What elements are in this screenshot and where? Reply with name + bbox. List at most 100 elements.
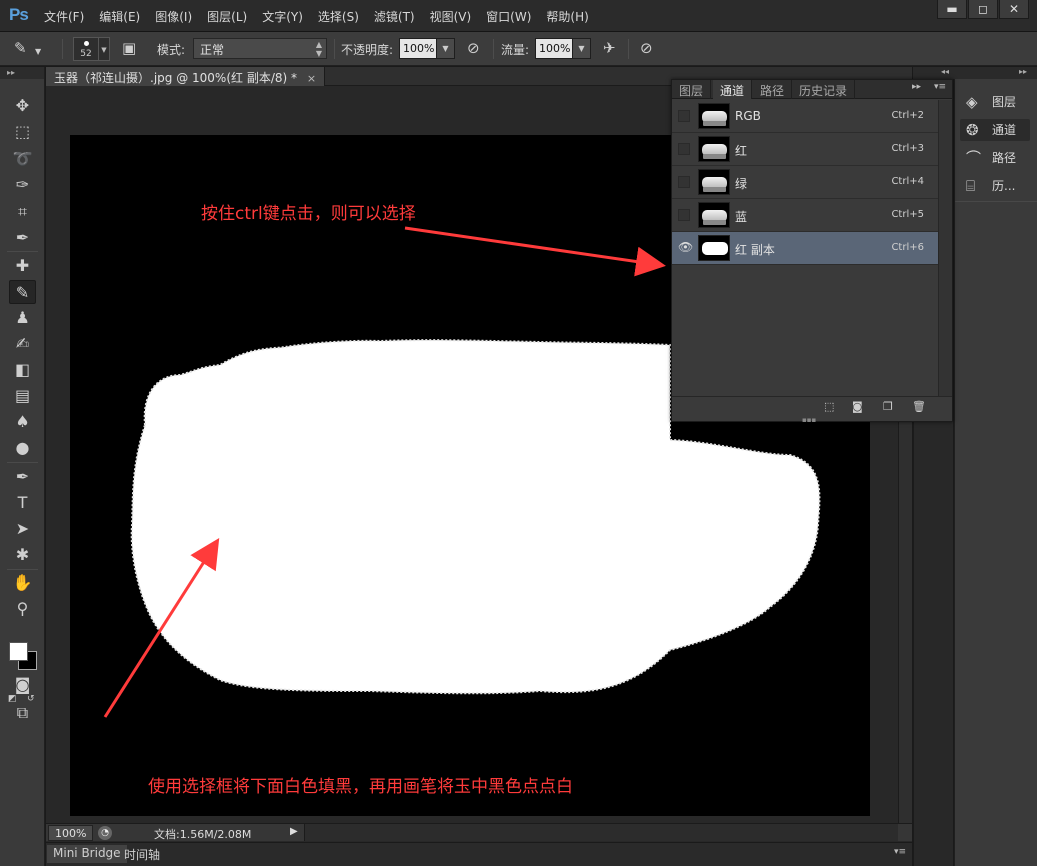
tools-panel-collapse-icon[interactable]: ▸▸: [0, 67, 44, 79]
tab-timeline[interactable]: 时间轴: [118, 845, 166, 863]
lasso-tool-icon[interactable]: ➰: [9, 147, 36, 171]
airbrush-icon[interactable]: ✈: [603, 40, 616, 56]
menu-select[interactable]: 选择(S): [318, 8, 359, 25]
panel-resize-grip-icon[interactable]: ▪▪▪: [802, 416, 816, 424]
tool-preset-brush-icon[interactable]: ✎: [14, 40, 27, 56]
shape-tool-icon[interactable]: ✱: [9, 543, 36, 567]
bottom-panel-menu-icon[interactable]: ▾≡: [894, 847, 906, 857]
maximize-button[interactable]: ◻: [968, 0, 998, 19]
menu-image[interactable]: 图像(I): [155, 8, 192, 25]
channel-name: 绿: [735, 177, 748, 191]
menu-type[interactable]: 文字(Y): [262, 8, 303, 25]
panel-expand-icon[interactable]: ▸▸: [912, 82, 921, 92]
visibility-toggle[interactable]: [678, 110, 690, 122]
channel-row-red-copy[interactable]: 👁 红 副本 Ctrl+6: [672, 232, 938, 265]
dock-item-layers[interactable]: ◈ 图层: [960, 91, 1030, 113]
options-bar: ✎ ▼ 52 ▼ ▣ 模式: 正常 ▲ ▼ 不透明度: 100% ▼ ⊘ 流量: …: [0, 32, 1037, 66]
status-menu-arrow-icon[interactable]: ▶: [290, 826, 298, 837]
foreground-color-swatch[interactable]: [9, 642, 28, 661]
path-selection-tool-icon[interactable]: ➤: [9, 517, 36, 541]
hand-tool-icon[interactable]: ✋: [9, 571, 36, 595]
bottom-panel-tabs: Mini Bridge 时间轴 ▾≡: [46, 842, 912, 866]
visibility-toggle[interactable]: [678, 176, 690, 188]
quick-selection-tool-icon[interactable]: ✑: [9, 173, 36, 197]
history-brush-tool-icon[interactable]: ✍: [9, 332, 36, 356]
menu-help[interactable]: 帮助(H): [546, 8, 588, 25]
blend-mode-select[interactable]: 正常 ▲ ▼: [193, 38, 327, 59]
eyedropper-tool-icon[interactable]: ✒: [9, 226, 36, 250]
dock-item-paths[interactable]: ⌒ 路径: [960, 147, 1030, 169]
status-info-icon[interactable]: ◔: [98, 826, 112, 840]
channel-list-scrollbar[interactable]: [938, 100, 952, 396]
expand-panels-icon[interactable]: ▸▸: [1019, 67, 1027, 76]
brush-picker-dropdown[interactable]: ▼: [99, 37, 110, 61]
pen-tool-icon[interactable]: ✒: [9, 465, 36, 489]
channel-name: 红 副本: [735, 243, 775, 257]
menu-file[interactable]: 文件(F): [44, 8, 84, 25]
zoom-tool-icon[interactable]: ⚲: [9, 597, 36, 621]
separator: [628, 39, 629, 59]
healing-brush-tool-icon[interactable]: ✚: [9, 254, 36, 278]
blur-tool-icon[interactable]: ♠: [9, 410, 36, 434]
crop-tool-icon[interactable]: ⌗: [9, 200, 36, 224]
menu-edit[interactable]: 编辑(E): [99, 8, 140, 25]
dodge-tool-icon[interactable]: ●: [9, 436, 36, 460]
pressure-opacity-icon[interactable]: ⊘: [467, 40, 480, 56]
opacity-input[interactable]: 100%: [399, 38, 437, 59]
tab-history[interactable]: 历史记录: [792, 80, 856, 99]
visibility-toggle[interactable]: [678, 209, 690, 221]
tool-preset-dropdown-icon[interactable]: ▼: [35, 44, 41, 60]
flow-label: 流量:: [501, 43, 530, 57]
panel-menu-icon[interactable]: ▾≡: [934, 82, 946, 92]
channels-icon: ❂: [966, 121, 979, 139]
tab-paths[interactable]: 路径: [753, 80, 793, 99]
brush-size-picker[interactable]: 52: [73, 37, 99, 61]
opacity-dropdown[interactable]: ▼: [437, 38, 455, 59]
brush-tool-icon[interactable]: ✎: [9, 280, 36, 304]
zoom-level-field[interactable]: 100%: [48, 825, 94, 841]
delete-channel-icon[interactable]: 🗑: [912, 400, 926, 413]
tab-channels[interactable]: 通道: [713, 80, 753, 99]
channel-thumbnail: [698, 235, 730, 261]
eraser-tool-icon[interactable]: ◧: [9, 358, 36, 382]
menu-layer[interactable]: 图层(L): [207, 8, 247, 25]
menu-view[interactable]: 视图(V): [430, 8, 472, 25]
eye-icon[interactable]: 👁: [678, 241, 693, 254]
move-tool-icon[interactable]: ✥: [9, 94, 36, 118]
close-document-icon[interactable]: ×: [307, 72, 316, 85]
channel-row-red[interactable]: 红 Ctrl+3: [672, 133, 938, 166]
channel-row-rgb[interactable]: RGB Ctrl+2: [672, 100, 938, 133]
pressure-size-icon[interactable]: ⊘: [640, 40, 653, 56]
minimize-button[interactable]: ▬: [937, 0, 967, 19]
menu-window[interactable]: 窗口(W): [486, 8, 531, 25]
dock-item-history[interactable]: ⌸ 历...: [960, 175, 1030, 197]
history-icon: ⌸: [966, 177, 976, 195]
dock-item-channels[interactable]: ❂ 通道: [960, 119, 1030, 141]
save-selection-icon[interactable]: ◙: [852, 400, 863, 413]
tab-layers[interactable]: 图层: [672, 80, 712, 99]
close-button[interactable]: ✕: [999, 0, 1029, 19]
brush-panel-toggle-icon[interactable]: ▣: [122, 40, 136, 56]
quick-mask-icon[interactable]: ◙: [9, 673, 36, 697]
gradient-tool-icon[interactable]: ▤: [9, 384, 36, 408]
opacity-label: 不透明度:: [341, 43, 394, 57]
new-channel-icon[interactable]: ❐: [883, 400, 893, 413]
collapse-panels-icon[interactable]: ◂◂: [941, 67, 949, 76]
visibility-toggle[interactable]: [678, 143, 690, 155]
screen-mode-icon[interactable]: ⧉: [9, 701, 36, 725]
tab-mini-bridge[interactable]: Mini Bridge: [47, 845, 127, 863]
clone-stamp-tool-icon[interactable]: ♟: [9, 306, 36, 330]
load-selection-icon[interactable]: ⬚: [824, 400, 834, 413]
channel-shortcut: Ctrl+6: [891, 242, 924, 253]
channel-row-green[interactable]: 绿 Ctrl+4: [672, 166, 938, 199]
horizontal-scrollbar[interactable]: [304, 824, 898, 841]
separator: [7, 251, 38, 252]
document-tab[interactable]: 玉器（祁连山摄）.jpg @ 100%(红 副本/8) * ×: [46, 67, 326, 86]
flow-dropdown[interactable]: ▼: [573, 38, 591, 59]
marquee-tool-icon[interactable]: ⬚: [9, 120, 36, 144]
menu-filter[interactable]: 滤镜(T): [374, 8, 415, 25]
flow-input[interactable]: 100%: [535, 38, 573, 59]
type-tool-icon[interactable]: T: [9, 491, 36, 515]
channel-row-blue[interactable]: 蓝 Ctrl+5: [672, 199, 938, 232]
channel-thumbnail: [698, 136, 730, 162]
